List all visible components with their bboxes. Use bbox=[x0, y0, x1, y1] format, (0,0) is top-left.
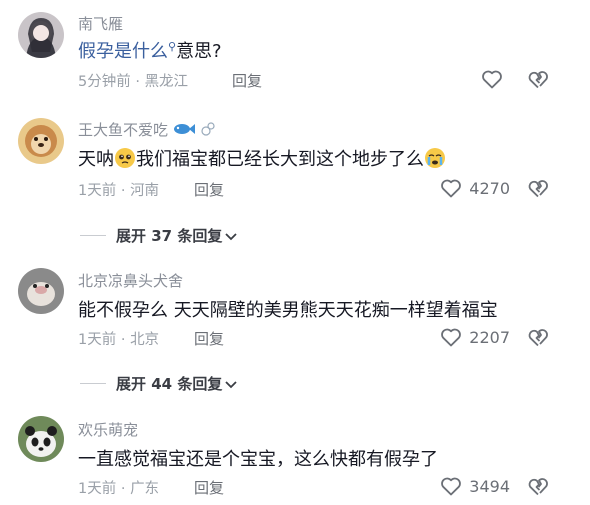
like-count: 4270 bbox=[469, 178, 510, 198]
time: 5分钟前 bbox=[78, 74, 131, 90]
reply-button[interactable]: 回复 bbox=[194, 328, 224, 349]
like-button[interactable]: 4270 bbox=[439, 176, 510, 200]
avatar[interactable] bbox=[18, 268, 64, 314]
avatar[interactable] bbox=[18, 416, 64, 462]
location: 北京 bbox=[130, 332, 160, 348]
dislike-broken-heart-icon[interactable] bbox=[526, 176, 550, 200]
avatar[interactable] bbox=[18, 12, 64, 58]
separator: · bbox=[120, 332, 126, 348]
like-count: 3494 bbox=[469, 476, 510, 496]
heart-icon bbox=[441, 179, 462, 198]
divider bbox=[80, 383, 106, 384]
chevron-down-icon bbox=[225, 380, 237, 388]
username[interactable]: 南飞雁 bbox=[78, 13, 123, 34]
search-link[interactable]: 假孕是什么 bbox=[78, 41, 168, 62]
dislike-broken-heart-icon[interactable] bbox=[526, 474, 550, 498]
bubbles-icon bbox=[200, 121, 216, 141]
reply-button[interactable]: 回复 bbox=[232, 70, 262, 91]
avatar[interactable] bbox=[18, 118, 64, 164]
time: 1天前 bbox=[78, 332, 117, 348]
comment-text-rest: 意思? bbox=[176, 41, 222, 62]
comment-text: 一直感觉福宝还是个宝宝，这么快都有假孕了 bbox=[78, 449, 438, 470]
separator: · bbox=[120, 183, 126, 199]
comment-text: 能不假孕么 天天隔壁的美男熊天天花痴一样望着福宝 bbox=[78, 300, 498, 321]
location: 广东 bbox=[130, 481, 160, 497]
comment-text-part: 我们福宝都已经长大到这个地步了么 bbox=[136, 149, 424, 170]
comment-meta: 1天前 · 北京 bbox=[78, 328, 159, 349]
separator: · bbox=[135, 74, 140, 90]
expand-replies-button[interactable]: 展开 37 条回复 bbox=[80, 225, 238, 246]
comment-meta: 1天前 · 广东 bbox=[78, 477, 159, 498]
location: 黑龙江 bbox=[144, 74, 189, 90]
expand-label: 展开 37 条回复 bbox=[116, 227, 223, 245]
comment-meta: 1天前 · 河南 bbox=[78, 179, 159, 200]
expand-label: 展开 44 条回复 bbox=[116, 375, 223, 393]
like-count: 2207 bbox=[469, 327, 510, 347]
comment-meta: 5分钟前 · 黑龙江 bbox=[78, 70, 188, 91]
chevron-down-icon bbox=[225, 232, 237, 240]
heart-icon bbox=[441, 477, 462, 496]
like-button[interactable] bbox=[480, 67, 510, 91]
comment-text: 天呐 我们福宝都已经长大到这个地步了么 bbox=[78, 145, 446, 174]
reply-button[interactable]: 回复 bbox=[194, 477, 224, 498]
time: 1天前 bbox=[78, 183, 117, 199]
comment-text-part: 天呐 bbox=[78, 149, 114, 170]
heart-icon bbox=[441, 328, 462, 347]
separator: · bbox=[120, 481, 126, 497]
search-icon[interactable]: ⚲ bbox=[168, 40, 176, 53]
reply-button[interactable]: 回复 bbox=[194, 179, 224, 200]
expand-replies-button[interactable]: 展开 44 条回复 bbox=[80, 373, 238, 394]
like-button[interactable]: 2207 bbox=[439, 325, 510, 349]
username: 王大鱼不爱吃 bbox=[78, 119, 216, 141]
fish-icon bbox=[173, 122, 195, 140]
like-button[interactable]: 3494 bbox=[439, 474, 510, 498]
location: 河南 bbox=[130, 183, 160, 199]
crying-face-icon bbox=[424, 147, 446, 174]
divider bbox=[80, 235, 106, 236]
username-text[interactable]: 王大鱼不爱吃 bbox=[78, 121, 168, 139]
pleading-face-icon bbox=[114, 147, 136, 174]
heart-icon bbox=[482, 70, 502, 89]
username[interactable]: 北京凉鼻头犬舍 bbox=[78, 270, 183, 291]
time: 1天前 bbox=[78, 481, 117, 497]
dislike-broken-heart-icon[interactable] bbox=[526, 325, 550, 349]
comment-text: 假孕是什么⚲意思? bbox=[78, 37, 222, 63]
username[interactable]: 欢乐萌宠 bbox=[78, 419, 138, 440]
dislike-broken-heart-icon[interactable] bbox=[526, 67, 550, 91]
